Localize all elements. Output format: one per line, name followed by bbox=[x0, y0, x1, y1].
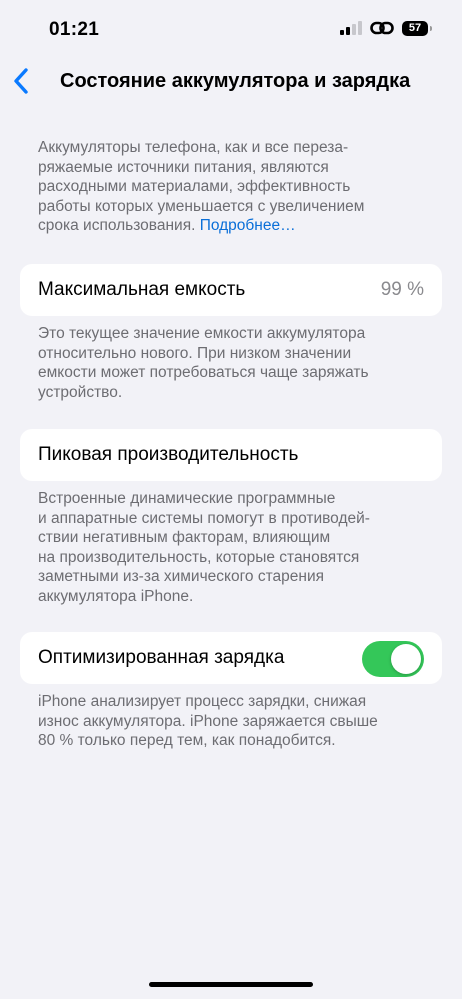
max-capacity-label: Максимальная емкость bbox=[38, 279, 246, 300]
peak-performance-note: Встроенные динамические программные и ап… bbox=[38, 489, 418, 606]
note-line: iPhone анализирует процесс зарядки, сниж… bbox=[38, 693, 367, 710]
cellular-signal-icon bbox=[340, 21, 362, 35]
intro-line: ряжаемые источники питания, являются bbox=[38, 158, 329, 176]
max-capacity-note: Это текущее значение емкости аккумулятор… bbox=[38, 324, 418, 402]
optimized-charging-note: iPhone анализирует процесс зарядки, сниж… bbox=[38, 692, 418, 751]
status-icons: 57 bbox=[340, 20, 432, 36]
note-line: ствии негативным факторам, влияющим bbox=[38, 529, 331, 546]
optimized-charging-label: Оптимизированная зарядка bbox=[38, 647, 285, 668]
status-bar: 01:21 57 bbox=[0, 0, 462, 60]
intro-line: работы которых уменьшается с увеличением bbox=[38, 197, 365, 215]
battery-icon: 57 bbox=[402, 20, 432, 36]
note-line: износ аккумулятора. iPhone заряжается св… bbox=[38, 712, 378, 730]
note-line: аккумулятора iPhone. bbox=[38, 587, 194, 605]
home-indicator[interactable] bbox=[149, 982, 313, 987]
note-line: Это текущее значение емкости аккумулятор… bbox=[38, 325, 366, 342]
optimized-charging-row: Оптимизированная зарядка bbox=[20, 632, 442, 684]
note-line: и аппаратные системы помогут в противоде… bbox=[38, 509, 370, 527]
battery-level: 57 bbox=[408, 22, 422, 34]
link-icon bbox=[370, 21, 394, 35]
max-capacity-value: 99 % bbox=[380, 279, 424, 300]
note-line: относительно нового. При низком значении bbox=[38, 344, 352, 362]
intro-line: расходными материалами, эффективность bbox=[38, 178, 351, 195]
intro-line: срока использования. Подробнее… bbox=[38, 216, 418, 236]
peak-performance-row: Пиковая производительность bbox=[20, 429, 442, 481]
max-capacity-row: Максимальная емкость 99 % bbox=[20, 264, 442, 316]
intro-line-text: срока использования. bbox=[38, 217, 196, 234]
note-line: Встроенные динамические программные bbox=[38, 490, 336, 507]
learn-more-link[interactable]: Подробнее… bbox=[200, 217, 296, 234]
back-chevron-icon[interactable] bbox=[10, 66, 34, 96]
toggle-knob bbox=[391, 644, 421, 674]
note-line: на производительность, которые становятс… bbox=[38, 548, 360, 566]
note-line: заметными из-за химического старения bbox=[38, 568, 325, 585]
note-line: устройство. bbox=[38, 383, 123, 401]
note-line: емкости может потребоваться чаще заряжат… bbox=[38, 364, 369, 381]
nav-bar: Состояние аккумулятора и зарядка bbox=[0, 62, 462, 102]
intro-text: Аккумуляторы телефона, как и все переза-… bbox=[38, 138, 418, 236]
page-title: Состояние аккумулятора и зарядка bbox=[60, 70, 411, 92]
peak-performance-label: Пиковая производительность bbox=[38, 444, 299, 465]
intro-line: Аккумуляторы телефона, как и все переза- bbox=[38, 139, 349, 156]
optimized-charging-toggle[interactable] bbox=[362, 641, 424, 677]
status-time: 01:21 bbox=[49, 19, 100, 40]
note-line: 80 % только перед тем, как понадобится. bbox=[38, 732, 336, 749]
